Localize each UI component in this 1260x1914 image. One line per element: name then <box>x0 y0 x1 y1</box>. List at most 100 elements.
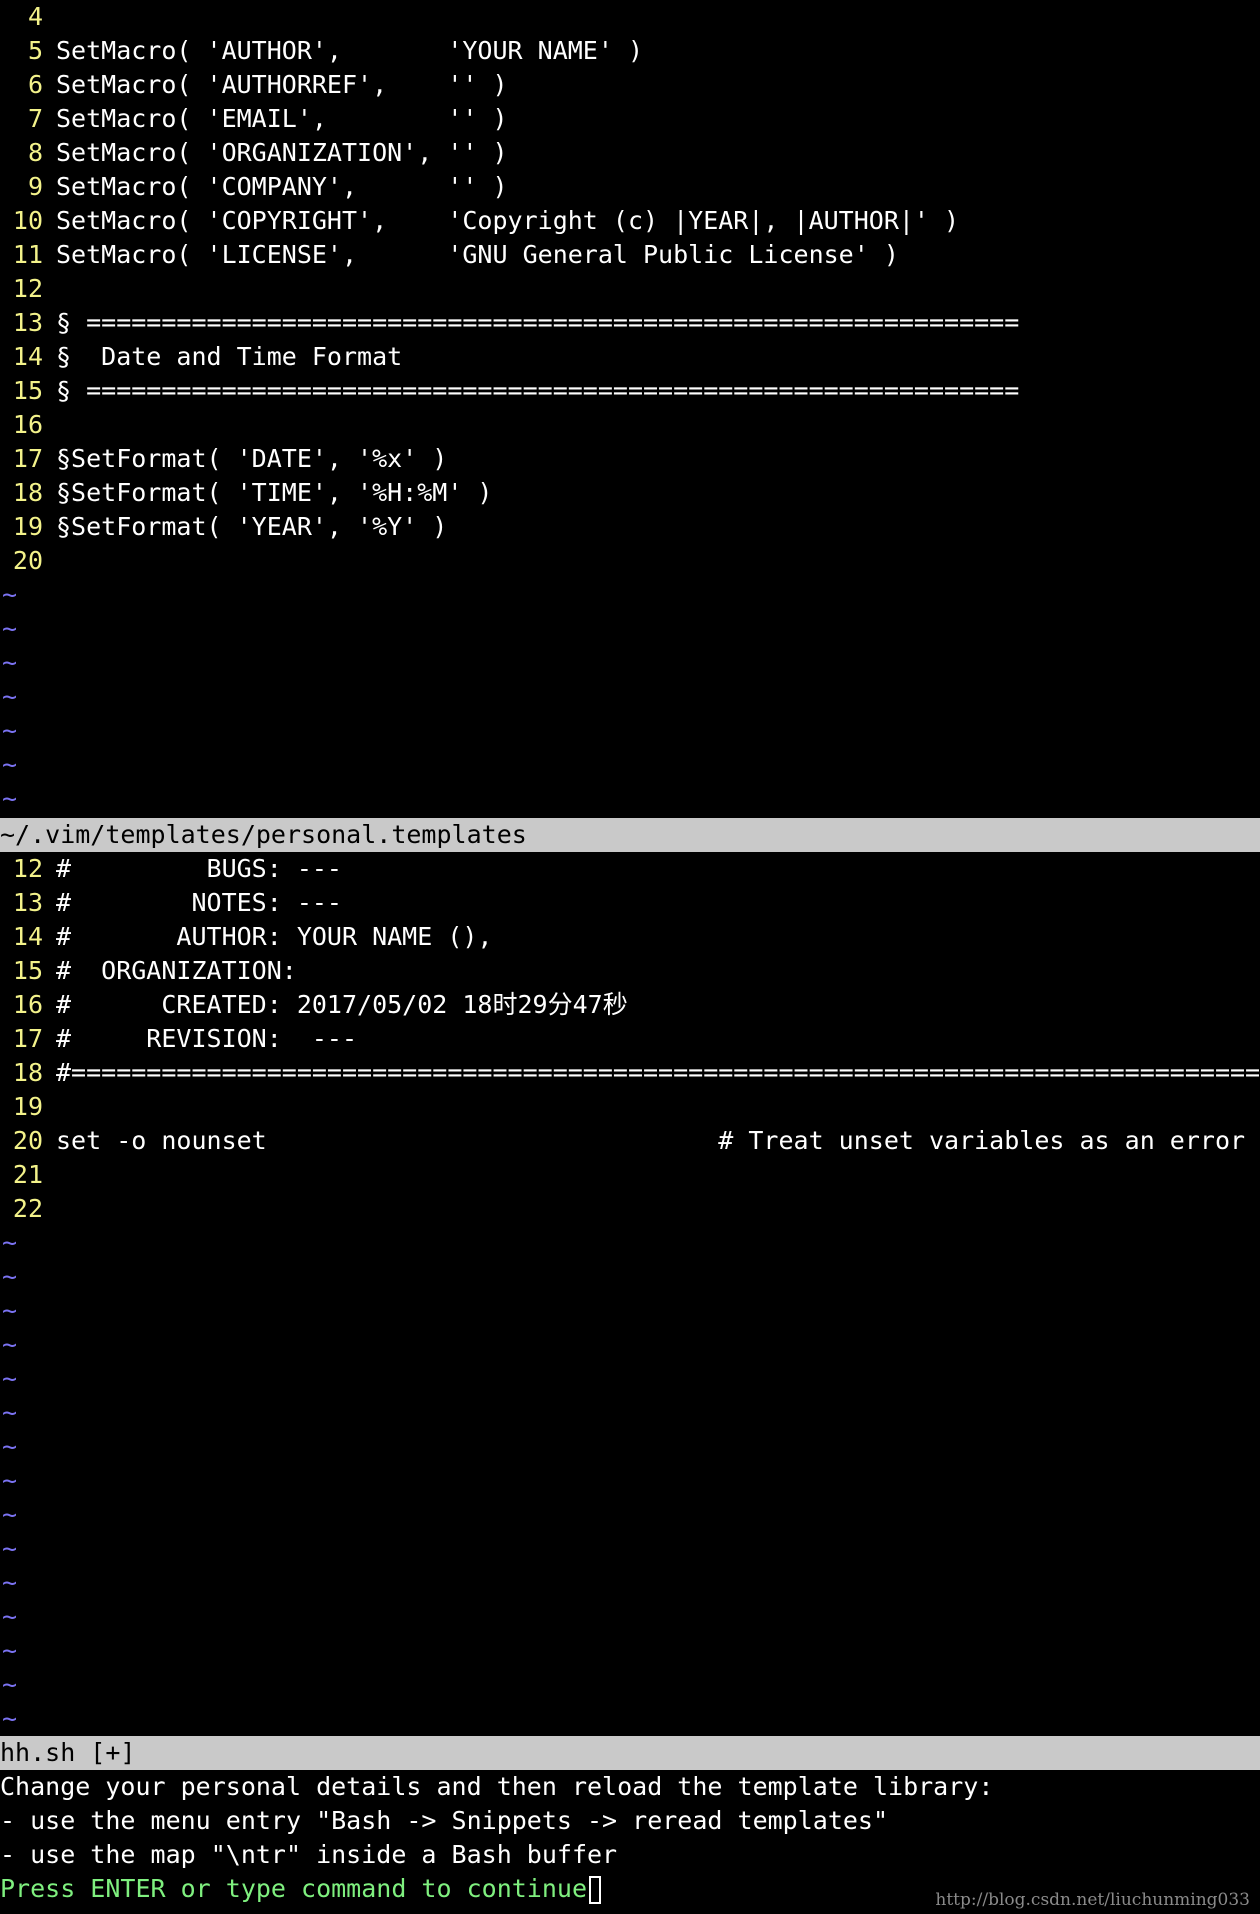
message-line: - use the menu entry "Bash -> Snippets -… <box>0 1806 889 1835</box>
line-text: SetMacro( 'COPYRIGHT', 'Copyright (c) |Y… <box>56 206 960 235</box>
empty-buffer-marker: ~ <box>2 1228 18 1257</box>
line-text: #=======================================… <box>56 1058 1260 1087</box>
code-line[interactable]: 14 # AUTHOR: YOUR NAME (), <box>0 920 1260 954</box>
line-text: SetMacro( 'EMAIL', '' ) <box>56 104 508 133</box>
line-text: SetMacro( 'ORGANIZATION', '' ) <box>56 138 508 167</box>
line-text: SetMacro( 'AUTHORREF', '' ) <box>56 70 508 99</box>
code-line[interactable]: 12 <box>0 272 1260 306</box>
empty-buffer-marker: ~ <box>2 1296 18 1325</box>
line-number: 9 <box>27 172 43 201</box>
line-number: 18 <box>12 478 43 507</box>
code-line[interactable]: 22 <box>0 1192 1260 1226</box>
empty-buffer-marker: ~ <box>2 1432 18 1461</box>
line-number: 15 <box>12 956 43 985</box>
line-number: 8 <box>27 138 43 167</box>
line-text: § Date and Time Format <box>56 342 403 371</box>
empty-buffer-marker: ~ <box>2 1636 18 1665</box>
code-line[interactable]: 4 <box>0 0 1260 34</box>
line-number: 4 <box>27 2 43 31</box>
watermark: http://blog.csdn.net/liuchunming033 <box>935 1890 1250 1910</box>
line-number: 11 <box>12 240 43 269</box>
code-line[interactable]: 18 #=====================================… <box>0 1056 1260 1090</box>
code-line[interactable]: 10 SetMacro( 'COPYRIGHT', 'Copyright (c) … <box>0 204 1260 238</box>
line-number: 10 <box>12 206 43 235</box>
line-text: # REVISION: --- <box>56 1024 358 1053</box>
line-number: 20 <box>12 1126 43 1155</box>
line-number: 19 <box>12 512 43 541</box>
line-text: SetMacro( 'LICENSE', 'GNU General Public… <box>56 240 899 269</box>
empty-buffer-marker: ~ <box>2 750 18 779</box>
code-line[interactable]: 19 §SetFormat( 'YEAR', '%Y' ) <box>0 510 1260 544</box>
line-number: 13 <box>12 308 43 337</box>
code-line[interactable]: 16 # CREATED: 2017/05/02 18时29分47秒 <box>0 988 1260 1022</box>
line-number: 16 <box>12 990 43 1019</box>
empty-buffer-marker: ~ <box>2 1364 18 1393</box>
line-number: 12 <box>12 854 43 883</box>
code-line[interactable]: 18 §SetFormat( 'TIME', '%H:%M' ) <box>0 476 1260 510</box>
line-number: 15 <box>12 376 43 405</box>
code-line[interactable]: 9 SetMacro( 'COMPANY', '' ) <box>0 170 1260 204</box>
empty-buffer-marker: ~ <box>2 1534 18 1563</box>
line-text: set -o nounset # Treat unset variables a… <box>56 1126 1246 1155</box>
line-text: §SetFormat( 'DATE', '%x' ) <box>56 444 448 473</box>
code-line[interactable]: 6 SetMacro( 'AUTHORREF', '' ) <box>0 68 1260 102</box>
line-number: 5 <box>27 36 43 65</box>
empty-buffer-marker: ~ <box>2 1466 18 1495</box>
empty-buffer-marker: ~ <box>2 614 18 643</box>
line-number: 6 <box>27 70 43 99</box>
code-line[interactable]: 17 §SetFormat( 'DATE', '%x' ) <box>0 442 1260 476</box>
line-number: 14 <box>12 922 43 951</box>
empty-buffer-marker: ~ <box>2 648 18 677</box>
empty-buffer-marker: ~ <box>2 1398 18 1427</box>
line-number: 18 <box>12 1058 43 1087</box>
code-line[interactable]: 12 # BUGS: --- <box>0 852 1260 886</box>
code-line[interactable]: 7 SetMacro( 'EMAIL', '' ) <box>0 102 1260 136</box>
line-text: # ORGANIZATION: <box>56 956 297 985</box>
code-line[interactable]: 20 <box>0 544 1260 578</box>
empty-buffer-marker: ~ <box>2 1330 18 1359</box>
code-line[interactable]: 8 SetMacro( 'ORGANIZATION', '' ) <box>0 136 1260 170</box>
code-line[interactable]: 13 § ====================================… <box>0 306 1260 340</box>
prompt-text: Press ENTER or type command to continue <box>0 1874 587 1903</box>
line-text: # AUTHOR: YOUR NAME (), <box>56 922 493 951</box>
message-line: Change your personal details and then re… <box>0 1772 994 1801</box>
code-line[interactable]: 21 <box>0 1158 1260 1192</box>
code-line[interactable]: 13 # NOTES: --- <box>0 886 1260 920</box>
code-line[interactable]: 20 set -o nounset # Treat unset variables… <box>0 1124 1260 1158</box>
empty-buffer-marker: ~ <box>2 1568 18 1597</box>
line-number: 7 <box>27 104 43 133</box>
message-line: - use the map "\ntr" inside a Bash buffe… <box>0 1840 618 1869</box>
empty-buffer-marker: ~ <box>2 580 18 609</box>
line-number: 21 <box>12 1160 43 1189</box>
empty-buffer-marker: ~ <box>2 682 18 711</box>
line-number: 17 <box>12 444 43 473</box>
empty-buffer-marker: ~ <box>2 784 18 813</box>
line-number: 22 <box>12 1194 43 1223</box>
line-text: SetMacro( 'AUTHOR', 'YOUR NAME' ) <box>56 36 643 65</box>
code-line[interactable]: 5 SetMacro( 'AUTHOR', 'YOUR NAME' ) <box>0 34 1260 68</box>
top-editor-pane[interactable]: 4 5 SetMacro( 'AUTHOR', 'YOUR NAME' ) 6 SetM… <box>0 0 1260 818</box>
line-number: 12 <box>12 274 43 303</box>
code-line[interactable]: 19 <box>0 1090 1260 1124</box>
line-number: 17 <box>12 1024 43 1053</box>
code-line[interactable]: 16 <box>0 408 1260 442</box>
line-number: 14 <box>12 342 43 371</box>
bottom-status-line: hh.sh [+] <box>0 1736 1260 1770</box>
message-area: Change your personal details and then re… <box>0 1770 1260 1906</box>
code-line[interactable]: 15 § ====================================… <box>0 374 1260 408</box>
text-cursor <box>589 1876 601 1904</box>
code-line[interactable]: 14 § Date and Time Format <box>0 340 1260 374</box>
line-text: # CREATED: 2017/05/02 18时29分47秒 <box>56 990 628 1019</box>
empty-buffer-marker: ~ <box>2 1602 18 1631</box>
code-line[interactable]: 11 SetMacro( 'LICENSE', 'GNU General Publ… <box>0 238 1260 272</box>
code-line[interactable]: 17 # REVISION: --- <box>0 1022 1260 1056</box>
line-text: SetMacro( 'COMPANY', '' ) <box>56 172 508 201</box>
line-text: §SetFormat( 'TIME', '%H:%M' ) <box>56 478 493 507</box>
empty-buffer-marker: ~ <box>2 716 18 745</box>
bottom-editor-pane[interactable]: 12 # BUGS: --- 13 # NOTES: --- 14 # AUTHOR: Y… <box>0 852 1260 1736</box>
code-line[interactable]: 15 # ORGANIZATION: <box>0 954 1260 988</box>
line-number: 13 <box>12 888 43 917</box>
line-number: 16 <box>12 410 43 439</box>
line-number: 20 <box>12 546 43 575</box>
line-text: §SetFormat( 'YEAR', '%Y' ) <box>56 512 448 541</box>
